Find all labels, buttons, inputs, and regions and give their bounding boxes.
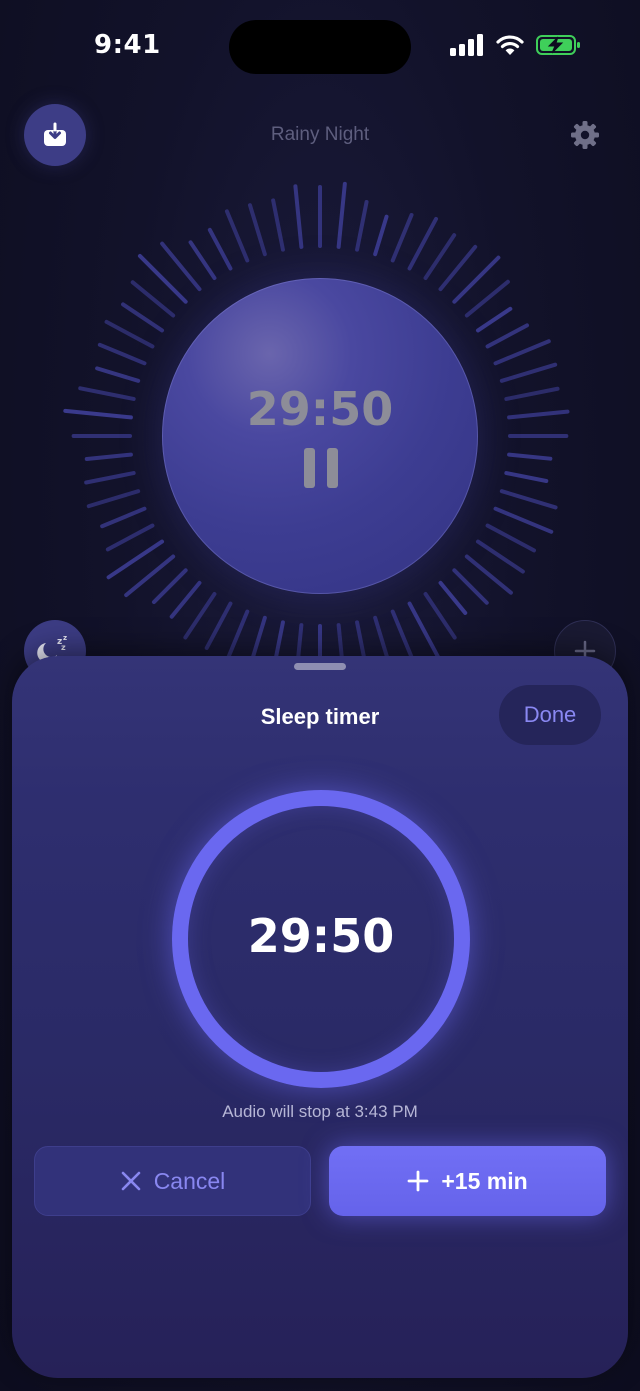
dial-tick [423, 233, 457, 281]
dial-tick [271, 198, 285, 252]
remaining-time: 29:50 [246, 382, 394, 436]
dial-tick [183, 591, 217, 640]
battery-charging-icon [536, 35, 580, 55]
dial-tick [407, 601, 442, 662]
dial-tick [105, 523, 155, 552]
dial-tick [407, 216, 439, 271]
dial-tick [452, 568, 489, 605]
dial-tick [355, 199, 369, 252]
svg-text:z: z [61, 643, 66, 652]
timer-value: 29:50 [247, 909, 395, 963]
done-button[interactable]: Done [499, 685, 601, 745]
cancel-label: Cancel [153, 1167, 226, 1194]
stop-time-note: Audio will stop at 3:43 PM [222, 1102, 418, 1121]
dial-tick [493, 339, 551, 366]
cellular-signal-icon [450, 34, 483, 56]
dial-tick [438, 244, 478, 292]
dial-tick [247, 203, 267, 257]
dial-tick [373, 214, 389, 257]
dial-tick [97, 342, 147, 366]
dial-tick [504, 471, 549, 484]
sleep-timer-sheet: Sleep timer Done 29:50 Audio will stop a… [12, 656, 628, 1378]
dial-tick [151, 568, 188, 605]
dynamic-island [229, 20, 411, 74]
extend-label: +15 min [441, 1167, 528, 1194]
cancel-button[interactable]: Cancel [34, 1146, 311, 1216]
dial-tick [507, 452, 553, 461]
dial-tick [493, 506, 554, 534]
dial-tick [207, 227, 233, 271]
status-bar: 9:41 [0, 0, 640, 96]
status-icons [450, 34, 582, 56]
dial-tick [499, 362, 558, 383]
dial-tick [130, 280, 176, 318]
timer-progress-ring: 29:50 [172, 790, 470, 1088]
dial-tick [224, 209, 250, 263]
dial-tick [169, 580, 202, 619]
dial-tick [204, 601, 233, 650]
play-pause-orb[interactable]: 29:50 [162, 278, 478, 594]
close-icon [121, 1171, 140, 1191]
dial-tick [100, 506, 147, 529]
plus-icon [407, 1170, 429, 1192]
svg-text:z: z [63, 634, 67, 642]
dial-tick [226, 609, 250, 659]
dial-tick [475, 539, 525, 574]
dial-tick [104, 319, 155, 349]
pause-icon [304, 448, 338, 488]
wifi-icon [496, 35, 524, 55]
extend-15-min-button[interactable]: +15 min [329, 1146, 606, 1216]
dial-tick [78, 386, 136, 401]
dial-tick [423, 591, 457, 640]
dial-tick [86, 489, 141, 509]
dial-tick [84, 452, 133, 461]
dial-tick [504, 386, 560, 401]
sheet-grabber[interactable] [294, 663, 346, 670]
dial-tick [507, 409, 570, 420]
dial-tick [485, 523, 536, 553]
dial-tick [336, 181, 347, 249]
dial-tick [390, 213, 414, 263]
dial-tick [188, 240, 217, 281]
dial-tick [438, 580, 468, 615]
dial-tick [84, 471, 136, 485]
dial-tick [485, 323, 530, 349]
dial-tick [475, 306, 513, 333]
dial-tick [293, 184, 304, 249]
dial-tick [121, 302, 165, 333]
status-time: 9:41 [94, 30, 161, 60]
dial-tick [63, 408, 133, 420]
dial-tick [464, 279, 510, 318]
dial-tick [95, 366, 141, 383]
dial-tick [499, 489, 558, 510]
